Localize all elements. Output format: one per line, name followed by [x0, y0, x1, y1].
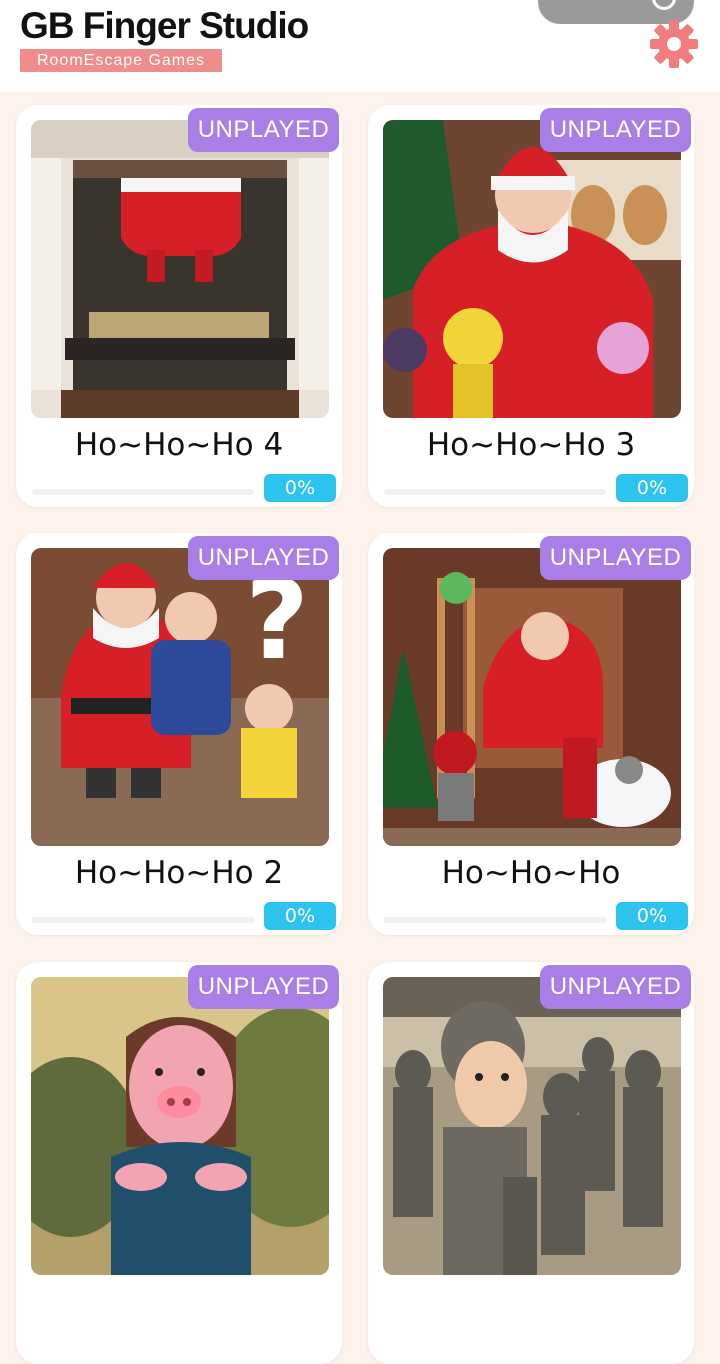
game-card-hohoho-2[interactable]: ? UNPLAYED Ho~Ho~Ho 2 0%: [16, 533, 342, 935]
progress-bar: [384, 489, 606, 495]
ring-icon: [652, 0, 676, 10]
status-badge: UNPLAYED: [188, 965, 339, 1009]
game-thumbnail[interactable]: ?: [31, 548, 329, 846]
game-card-hohoho[interactable]: UNPLAYED Ho~Ho~Ho 0%: [368, 533, 694, 935]
game-title: Ho~Ho~Ho 4: [74, 427, 284, 463]
game-thumbnail[interactable]: [31, 977, 329, 1275]
app-subtitle: RoomEscape Games: [20, 49, 222, 72]
game-card-6[interactable]: UNPLAYED: [368, 962, 694, 1364]
status-badge: UNPLAYED: [188, 108, 339, 152]
progress-percent: 0%: [264, 902, 336, 930]
game-title: Ho~Ho~Ho 2: [74, 855, 284, 891]
game-thumbnail[interactable]: [383, 548, 681, 846]
game-thumbnail[interactable]: [31, 120, 329, 418]
progress-percent: 0%: [616, 902, 688, 930]
settings-button[interactable]: [648, 18, 700, 70]
game-thumbnail[interactable]: [383, 977, 681, 1275]
app-title: GB Finger Studio: [20, 5, 309, 46]
progress-bar: [32, 917, 254, 923]
progress-bar: [32, 489, 254, 495]
game-thumbnail[interactable]: [383, 120, 681, 418]
game-card-hohoho-4[interactable]: UNPLAYED Ho~Ho~Ho 4 0%: [16, 105, 342, 507]
progress-percent: 0%: [616, 474, 688, 502]
game-card-5[interactable]: UNPLAYED: [16, 962, 342, 1364]
status-badge: UNPLAYED: [540, 108, 691, 152]
status-badge: UNPLAYED: [540, 965, 691, 1009]
progress-percent: 0%: [264, 474, 336, 502]
game-card-hohoho-3[interactable]: UNPLAYED Ho~Ho~Ho 3 0%: [368, 105, 694, 507]
game-title: Ho~Ho~Ho: [441, 855, 621, 891]
progress-bar: [384, 917, 606, 923]
status-badge: UNPLAYED: [540, 536, 691, 580]
app-header: GB Finger Studio RoomEscape Games: [0, 0, 720, 92]
status-badge: UNPLAYED: [188, 536, 339, 580]
game-title: Ho~Ho~Ho 3: [426, 427, 636, 463]
gear-icon: [650, 20, 698, 68]
